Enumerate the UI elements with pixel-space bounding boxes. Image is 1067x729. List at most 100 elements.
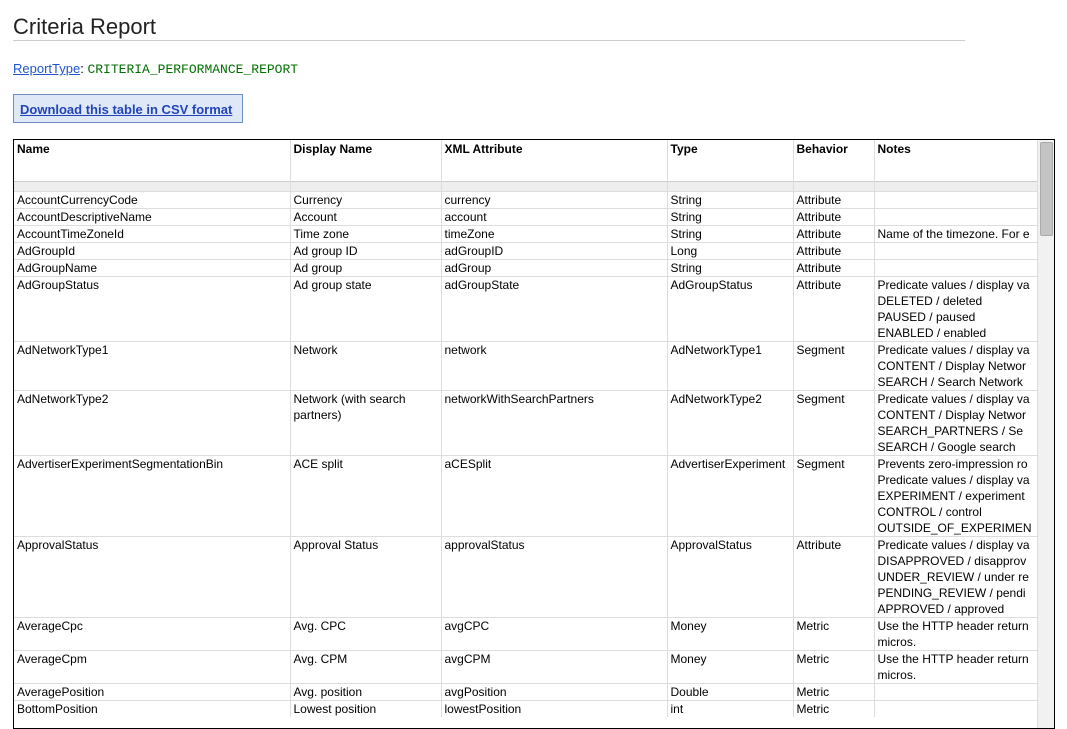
cell-name: AdGroupId [14,241,291,259]
table-row: BottomPosition Lowest position lowestPosit… [14,699,1039,717]
cell-type: AdvertiserExperiment [667,454,794,536]
cell-display-name: Avg. CPM [290,649,442,683]
table-row: AverageCpm Avg. CPM avgCPM Money Metric Use t… [14,649,1039,683]
cell-type: AdNetworkType1 [667,340,794,390]
cell-behavior: Segment [793,389,875,455]
cell-display-name: Network (with search partners) [290,389,442,455]
cell-name: AdNetworkType1 [14,340,291,390]
cell-display-name: Avg. position [290,682,442,700]
notes-line: PAUSED / paused [877,309,976,324]
cell-name: AccountDescriptiveName [14,207,291,225]
cell-notes: Predicate values / display va CONTENT / D… [874,340,1039,390]
cell-behavior: Attribute [793,258,875,276]
cell-name: AverageCpc [14,616,291,650]
csv-download-box: Download this table in CSV format [13,94,243,123]
table-body: AccountCurrencyCode Currency currency Strin… [14,180,1039,717]
cell-xml-attribute: networkWithSearchPartners [441,389,668,455]
csv-download-link[interactable]: Download this table in CSV format [20,102,232,117]
cell-display-name: Network [290,340,442,390]
table-row: AverageCpc Avg. CPC avgCPC Money Metric Use t… [14,616,1039,650]
notes-line: Prevents zero-impression ro [877,456,1028,471]
cell-type: Double [667,682,794,700]
cell-xml-attribute: adGroupID [441,241,668,259]
table-row: AccountCurrencyCode Currency currency Strin… [14,190,1039,208]
cell-xml-attribute: adGroupState [441,275,668,341]
cell-behavior: Attribute [793,275,875,341]
table-row: AdGroupName Ad group adGroup String Attribut… [14,258,1039,276]
notes-line: Predicate values / display va [877,342,1030,357]
cell-display-name: Ad group ID [290,241,442,259]
cell-name: AdvertiserExperimentSegmentationBin [14,454,291,536]
cell-notes [874,207,1039,225]
table-spacer-row [14,180,1039,191]
table-row: AdGroupId Ad group ID adGroupID Long Attribu… [14,241,1039,259]
cell-display-name: Account [290,207,442,225]
notes-line: SEARCH / Search Network [877,374,1023,389]
cell-notes [874,241,1039,259]
cell-behavior: Attribute [793,535,875,617]
report-type-line: ReportType: CRITERIA_PERFORMANCE_REPORT [13,61,298,77]
table-row: AdGroupStatus Ad group state adGroupState A… [14,275,1039,341]
notes-line: DISAPPROVED / disapprov [877,553,1027,568]
page-title: Criteria Report [13,14,157,39]
fields-table: Name Display Name XML Attribute Type Beh… [14,140,1039,717]
notes-line: EXPERIMENT / experiment [877,488,1025,503]
notes-line: OUTSIDE_OF_EXPERIMEN [877,520,1032,535]
cell-xml-attribute: account [441,207,668,225]
cell-xml-attribute: network [441,340,668,390]
cell-behavior: Metric [793,649,875,683]
cell-type: String [667,207,794,225]
cell-name: ApprovalStatus [14,535,291,617]
cell-type: Money [667,649,794,683]
notes-line: CONTROL / control [877,504,982,519]
cell-notes [874,682,1039,700]
notes-line: CONTENT / Display Networ [877,407,1026,422]
cell-name: AdNetworkType2 [14,389,291,455]
cell-type: String [667,224,794,242]
cell-notes [874,190,1039,208]
cell-notes [874,699,1039,717]
cell-behavior: Metric [793,699,875,717]
cell-xml-attribute: currency [441,190,668,208]
cell-display-name: Currency [290,190,442,208]
cell-xml-attribute: adGroup [441,258,668,276]
table-row: AccountDescriptiveName Account account Stri… [14,207,1039,225]
cell-type: AdNetworkType2 [667,389,794,455]
cell-type: Money [667,616,794,650]
cell-behavior: Attribute [793,207,875,225]
report-type-link[interactable]: ReportType [13,61,80,76]
column-header-name: Name [14,140,291,181]
scrollbar-thumb[interactable] [1040,142,1053,236]
cell-display-name: ACE split [290,454,442,536]
cell-type: ApprovalStatus [667,535,794,617]
cell-behavior: Segment [793,340,875,390]
vertical-scrollbar[interactable] [1037,140,1054,728]
notes-line: Predicate values / display va [877,391,1030,406]
cell-notes: Use the HTTP header return micros. [874,616,1039,650]
notes-line: Name of the timezone. For e [877,226,1030,241]
cell-behavior: Metric [793,616,875,650]
cell-display-name: Ad group state [290,275,442,341]
cell-name: AccountCurrencyCode [14,190,291,208]
cell-display-name: Ad group [290,258,442,276]
cell-notes: Predicate values / display va DISAPPROVED… [874,535,1039,617]
notes-line: ENABLED / enabled [877,325,987,340]
cell-type: int [667,699,794,717]
cell-name: AdGroupStatus [14,275,291,341]
column-header-type: Type [667,140,794,181]
notes-line: SEARCH_PARTNERS / Se [877,423,1024,438]
cell-display-name: Lowest position [290,699,442,717]
cell-type: String [667,190,794,208]
notes-line: SEARCH / Google search [877,439,1016,454]
cell-behavior: Attribute [793,241,875,259]
cell-type: AdGroupStatus [667,275,794,341]
cell-notes: Predicate values / display va DELETED / d… [874,275,1039,341]
cell-display-name: Approval Status [290,535,442,617]
cell-notes: Prevents zero-impression ro Predicate val… [874,454,1039,536]
cell-notes: Predicate values / display va CONTENT / D… [874,389,1039,455]
cell-notes [874,258,1039,276]
cell-name: AverageCpm [14,649,291,683]
cell-behavior: Attribute [793,224,875,242]
cell-name: AdGroupName [14,258,291,276]
column-header-display-name: Display Name [290,140,442,181]
